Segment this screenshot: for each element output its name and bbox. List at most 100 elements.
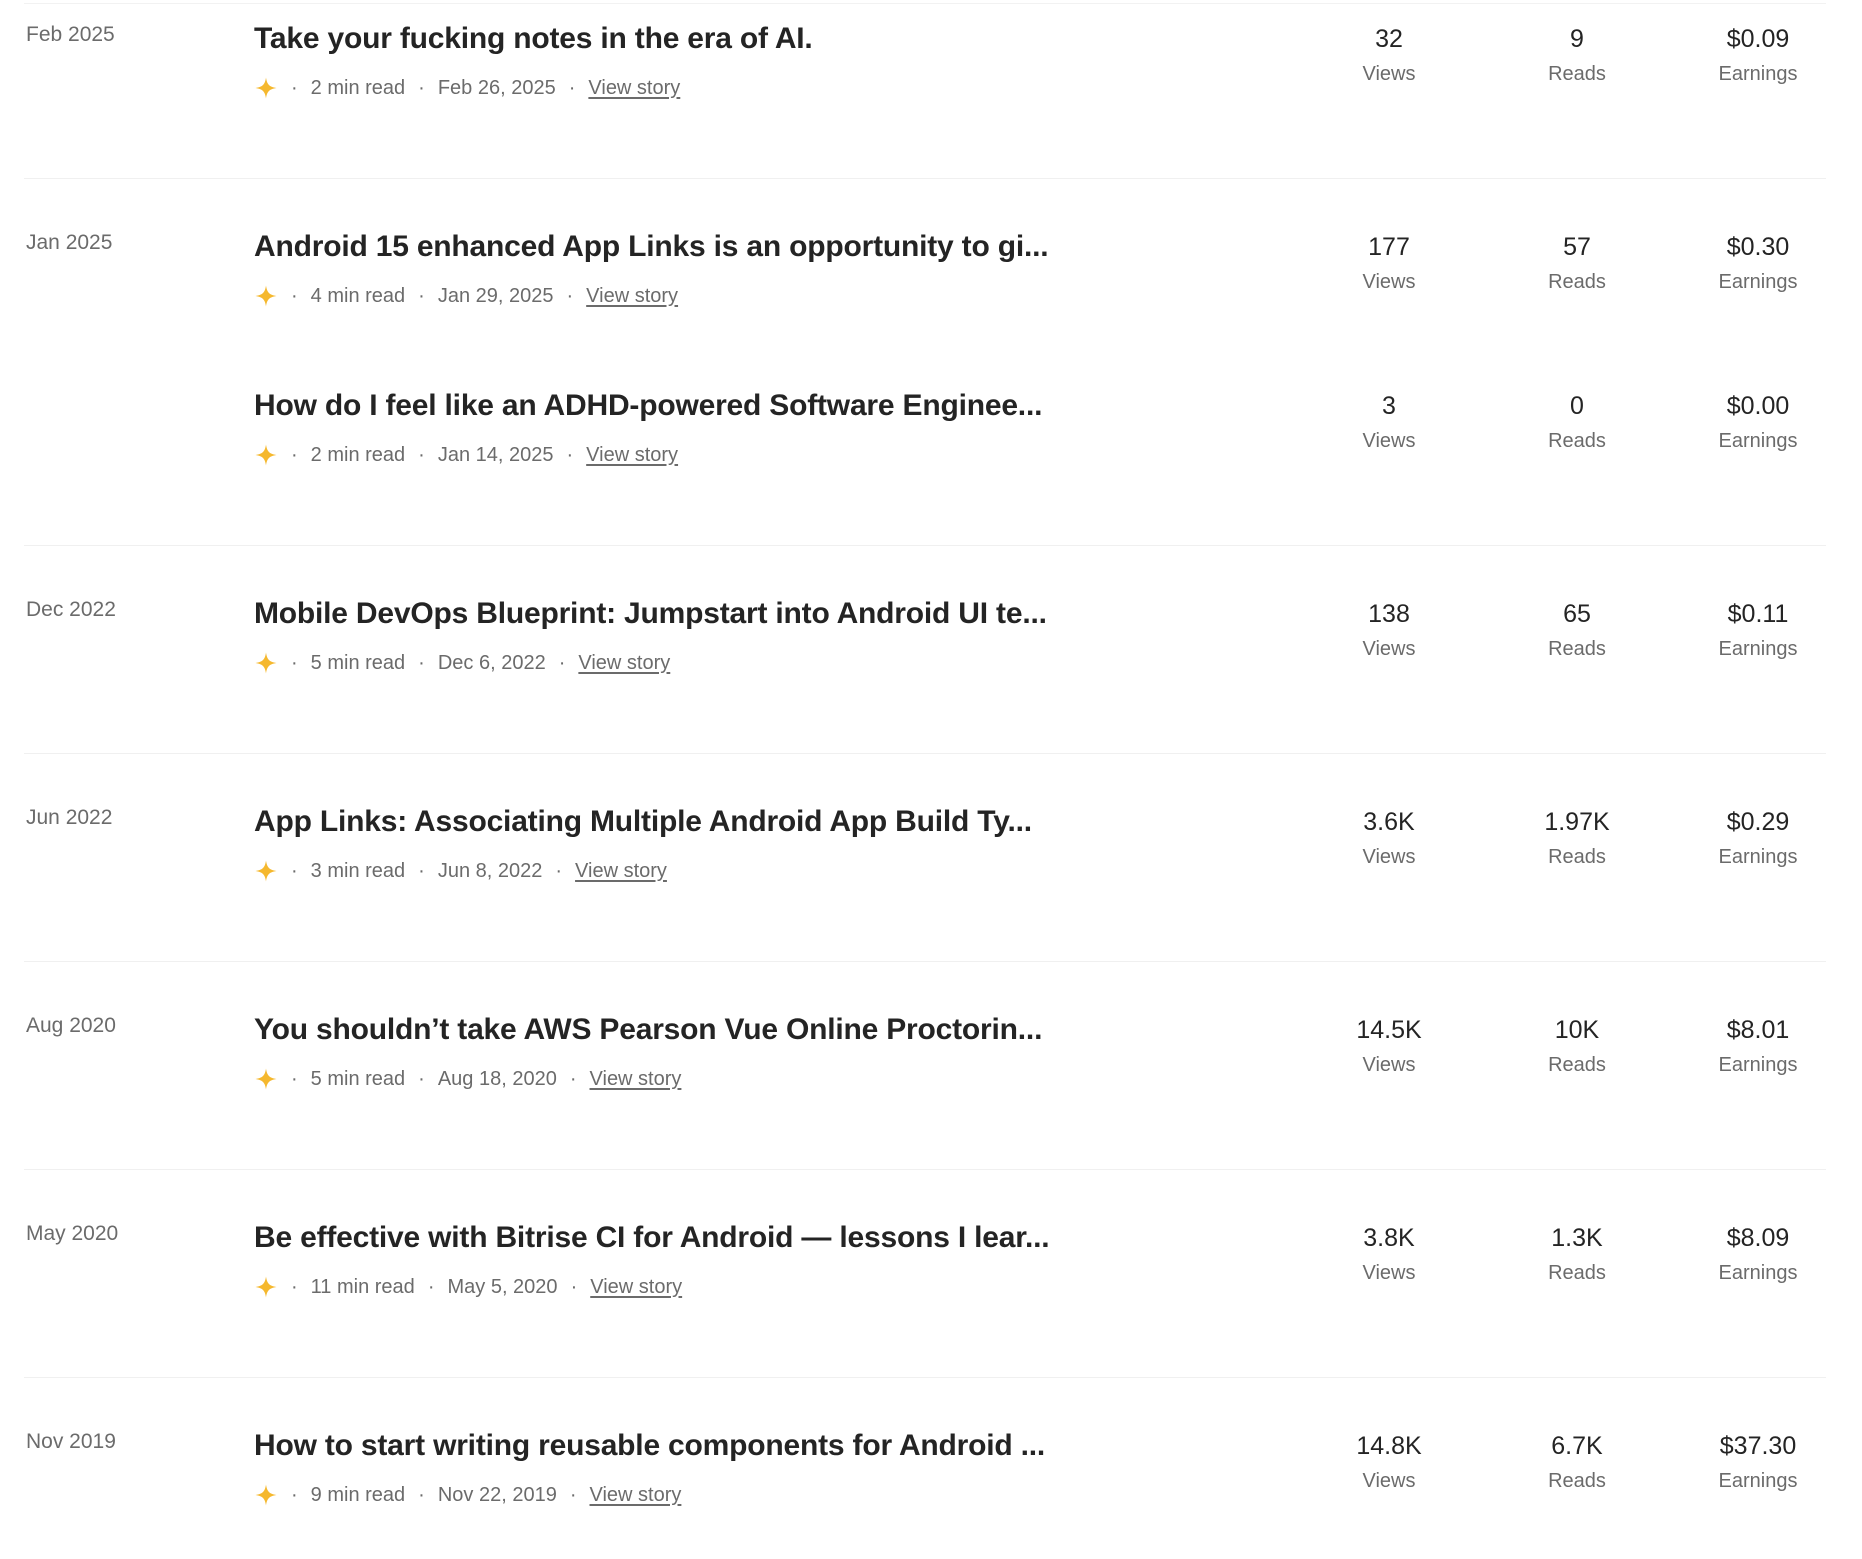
view-story-link[interactable]: View story <box>575 860 667 883</box>
publish-date: Jun 8, 2022 <box>437 859 543 882</box>
separator-dot: · <box>291 1483 298 1506</box>
story-title[interactable]: How to start writing reusable components… <box>254 1429 1045 1463</box>
story-meta: · 5 min read · Aug 18, 2020 · View story <box>254 1065 681 1093</box>
read-time: 3 min read <box>310 859 406 882</box>
views-stat: 138 Views <box>1314 597 1464 663</box>
earnings-amount: $8.09 <box>1726 1224 1790 1252</box>
publish-date: Aug 18, 2020 <box>437 1067 557 1090</box>
reads-stat: 6.7K Reads <box>1502 1429 1652 1495</box>
read-time: 2 min read <box>310 443 406 466</box>
sparkle-star-icon <box>254 1275 278 1299</box>
separator-dot: · <box>566 443 574 466</box>
reads-stat: 65 Reads <box>1502 597 1652 663</box>
views-stat: 3.8K Views <box>1314 1221 1464 1287</box>
read-time: 5 min read <box>310 651 406 674</box>
view-story-link[interactable]: View story <box>590 1484 682 1507</box>
story-row: How to start writing reusable components… <box>0 1429 1862 1559</box>
views-label: Views <box>1362 1054 1416 1076</box>
sparkle-star-icon <box>254 443 278 467</box>
views-stat: 177 Views <box>1314 230 1464 296</box>
reads-stat: 10K Reads <box>1502 1013 1652 1079</box>
reads-count: 9 <box>1570 25 1584 53</box>
story-title[interactable]: Take your fucking notes in the era of AI… <box>254 22 813 56</box>
views-label: Views <box>1362 63 1416 85</box>
reads-label: Reads <box>1548 638 1606 660</box>
story-title[interactable]: Mobile DevOps Blueprint: Jumpstart into … <box>254 597 1047 631</box>
read-time: 2 min read <box>310 76 406 99</box>
views-label: Views <box>1362 846 1416 868</box>
earnings-stat: $8.01 Earnings <box>1683 1013 1833 1079</box>
separator-dot: · <box>291 1067 298 1090</box>
view-story-link[interactable]: View story <box>586 444 678 467</box>
separator-dot: · <box>569 1483 577 1506</box>
earnings-label: Earnings <box>1718 1470 1798 1492</box>
earnings-stat: $8.09 Earnings <box>1683 1221 1833 1287</box>
view-story-link[interactable]: View story <box>590 1068 682 1091</box>
reads-label: Reads <box>1548 430 1606 452</box>
story-row: Be effective with Bitrise CI for Android… <box>0 1221 1862 1351</box>
separator-dot: · <box>418 1483 425 1506</box>
separator-dot: · <box>427 1275 435 1298</box>
view-story-link[interactable]: View story <box>578 652 670 675</box>
earnings-amount: $8.01 <box>1726 1016 1790 1044</box>
sparkle-star-icon <box>254 1067 278 1091</box>
group-divider <box>24 1377 1826 1378</box>
publish-date: May 5, 2020 <box>447 1275 558 1298</box>
story-row: How do I feel like an ADHD-powered Softw… <box>0 389 1862 519</box>
separator-dot: · <box>570 1275 578 1298</box>
view-story-link[interactable]: View story <box>588 77 680 100</box>
view-story-link[interactable]: View story <box>590 1276 682 1299</box>
read-time: 5 min read <box>310 1067 406 1090</box>
reads-label: Reads <box>1548 1054 1606 1076</box>
separator-dot: · <box>568 76 576 99</box>
reads-label: Reads <box>1548 1470 1606 1492</box>
earnings-amount: $37.30 <box>1719 1432 1797 1460</box>
story-meta: · 3 min read · Jun 8, 2022 · View story <box>254 857 667 885</box>
story-title[interactable]: App Links: Associating Multiple Android … <box>254 805 1032 839</box>
views-stat: 14.5K Views <box>1314 1013 1464 1079</box>
group-divider <box>24 178 1826 179</box>
earnings-label: Earnings <box>1718 846 1798 868</box>
views-count: 3.8K <box>1363 1224 1415 1252</box>
sparkle-star-icon <box>254 651 278 675</box>
earnings-label: Earnings <box>1718 430 1798 452</box>
views-stat: 14.8K Views <box>1314 1429 1464 1495</box>
sparkle-star-icon <box>254 859 278 883</box>
views-count: 14.5K <box>1356 1016 1422 1044</box>
earnings-label: Earnings <box>1718 271 1798 293</box>
story-title[interactable]: How do I feel like an ADHD-powered Softw… <box>254 389 1042 423</box>
read-time: 11 min read <box>310 1275 415 1298</box>
read-time: 4 min read <box>310 284 406 307</box>
reads-stat: 9 Reads <box>1502 22 1652 88</box>
read-time: 9 min read <box>310 1483 406 1506</box>
reads-count: 10K <box>1554 1016 1600 1044</box>
earnings-stat: $0.30 Earnings <box>1683 230 1833 296</box>
reads-label: Reads <box>1548 1262 1606 1284</box>
separator-dot: · <box>566 284 574 307</box>
publish-date: Feb 26, 2025 <box>437 76 556 99</box>
earnings-stat: $0.00 Earnings <box>1683 389 1833 455</box>
separator-dot: · <box>418 1067 425 1090</box>
views-count: 14.8K <box>1356 1432 1422 1460</box>
separator-dot: · <box>291 76 298 99</box>
separator-dot: · <box>418 76 425 99</box>
story-title[interactable]: You shouldn’t take AWS Pearson Vue Onlin… <box>254 1013 1042 1047</box>
view-story-link[interactable]: View story <box>586 285 678 308</box>
earnings-stat: $0.09 Earnings <box>1683 22 1833 88</box>
sparkle-star-icon <box>254 76 278 100</box>
separator-dot: · <box>555 859 563 882</box>
separator-dot: · <box>291 859 298 882</box>
views-label: Views <box>1362 1262 1416 1284</box>
reads-stat: 0 Reads <box>1502 389 1652 455</box>
separator-dot: · <box>418 859 425 882</box>
group-divider <box>24 545 1826 546</box>
views-count: 32 <box>1375 25 1403 53</box>
reads-stat: 57 Reads <box>1502 230 1652 296</box>
separator-dot: · <box>291 1275 298 1298</box>
publish-date: Jan 29, 2025 <box>437 284 554 307</box>
views-label: Views <box>1362 430 1416 452</box>
reads-label: Reads <box>1548 63 1606 85</box>
story-title[interactable]: Be effective with Bitrise CI for Android… <box>254 1221 1050 1255</box>
story-title[interactable]: Android 15 enhanced App Links is an oppo… <box>254 230 1049 264</box>
reads-count: 6.7K <box>1551 1432 1603 1460</box>
